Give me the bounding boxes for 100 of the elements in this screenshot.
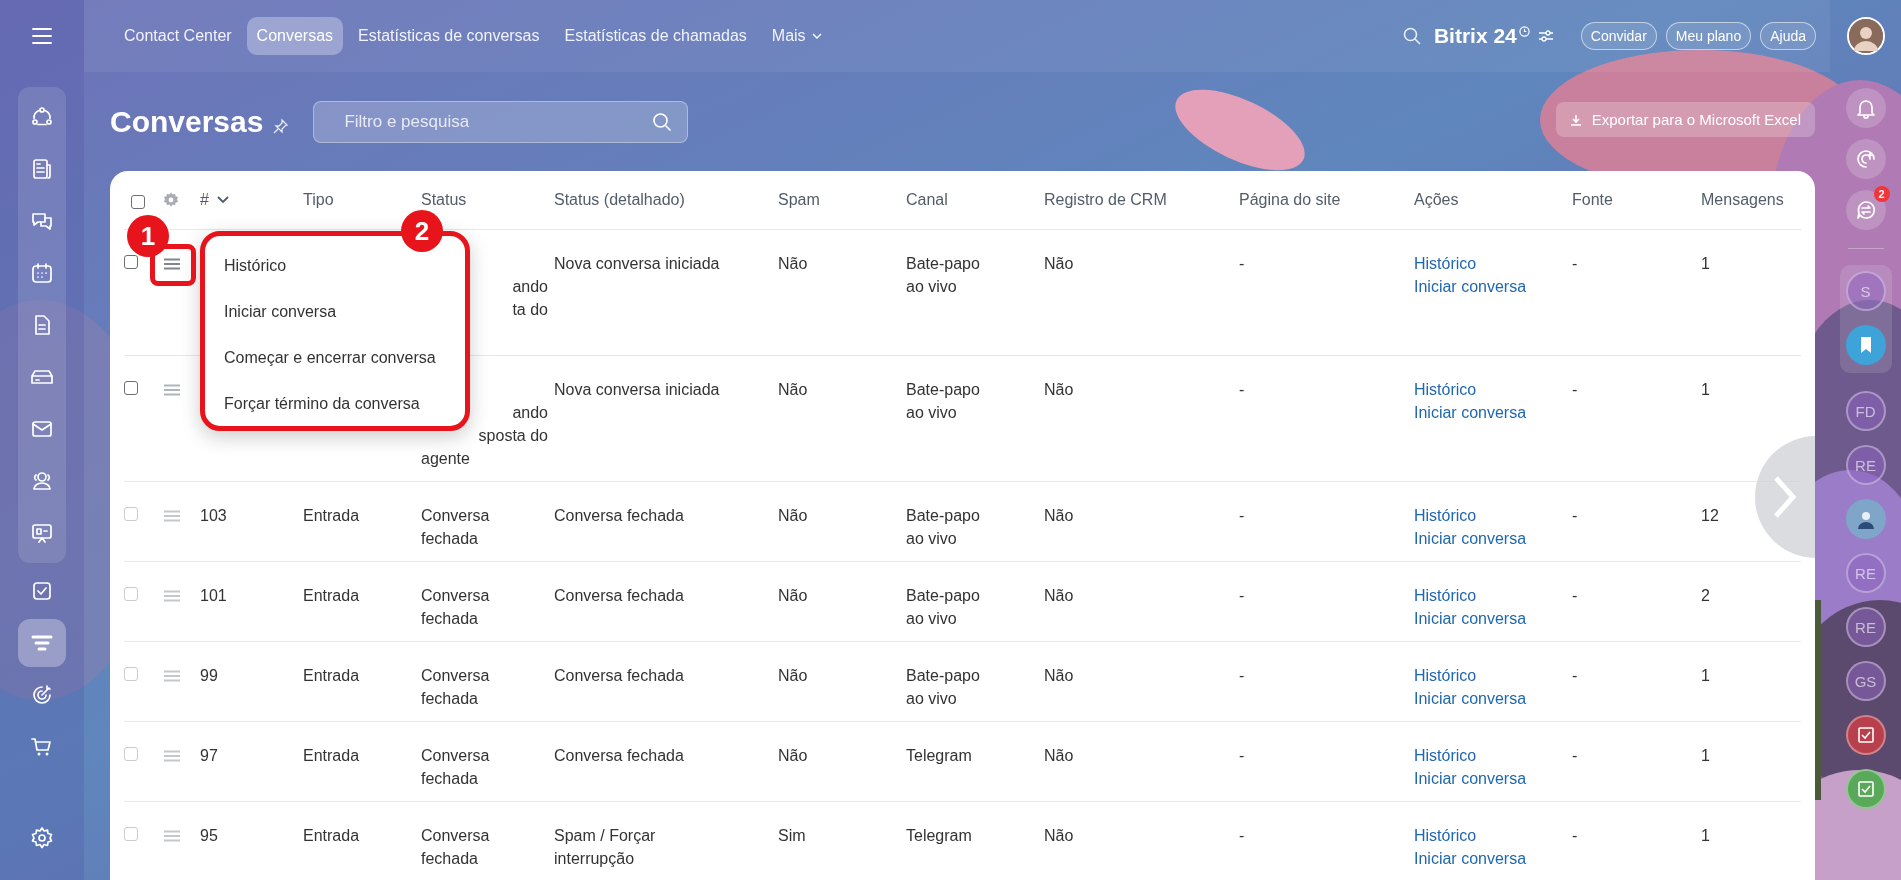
nav-tab[interactable]: Contact Center: [114, 17, 242, 55]
menu-icon[interactable]: [163, 384, 181, 396]
table-cell-text: 101: [200, 586, 228, 606]
table-cell-text: Não: [1044, 254, 1075, 274]
pin-icon[interactable]: [273, 117, 290, 134]
column-header[interactable]: Registro de CRM: [1044, 191, 1167, 209]
table-cell-text: -: [1572, 746, 1579, 766]
table-cell-text: -: [1239, 746, 1246, 766]
column-header[interactable]: Status (detalhado): [554, 191, 685, 209]
select-all-checkbox[interactable]: [131, 194, 145, 209]
column-header[interactable]: Spam: [778, 191, 820, 209]
table-cell-text: Conversa fechada: [421, 746, 491, 789]
column-header[interactable]: #: [200, 191, 209, 209]
table-cell-text: Conversa fechada: [421, 666, 491, 709]
spiral-button[interactable]: [1845, 139, 1886, 179]
clock-icon: [1518, 25, 1530, 37]
table-cell-text: 95: [200, 826, 219, 846]
action-link[interactable]: Histórico: [1414, 252, 1572, 275]
menu-icon[interactable]: [163, 258, 181, 270]
table-cell-text: Conversa fechada: [554, 666, 685, 686]
table-cell-text: ta do: [511, 300, 548, 320]
action-link[interactable]: Histórico: [1414, 378, 1572, 401]
table-cell-text: Telegram: [906, 746, 973, 766]
table-cell-text: Sim: [778, 826, 807, 846]
table-cell-text: -: [1239, 506, 1246, 526]
table-cell-text: Não: [778, 666, 809, 686]
table-cell-text: Conversa fechada: [554, 506, 685, 526]
topbar-button[interactable]: Ajuda: [1760, 22, 1816, 50]
table-cell-text: -: [1572, 586, 1579, 606]
table-cell-text: -: [1572, 506, 1579, 526]
nav-tab[interactable]: Mais: [761, 17, 832, 55]
table-cell-text: -: [1572, 254, 1579, 274]
table-cell-text: Conversa fechada: [421, 586, 491, 629]
table-cell-text: Conversa fechada: [421, 506, 491, 549]
search-icon[interactable]: [652, 111, 673, 132]
menu-item[interactable]: Começar e encerrar conversa: [205, 334, 465, 380]
table-cell-text: Bate-papo ao vivo: [906, 254, 981, 297]
table-cell-text: Conversa fechada: [554, 746, 685, 766]
menu-icon[interactable]: [31, 26, 53, 46]
page-title: Conversas: [110, 104, 264, 139]
table-cell-text: 103: [200, 506, 228, 526]
table-cell-text: 99: [200, 666, 219, 686]
table-cell-text: Não: [1044, 380, 1075, 400]
table-cell-text: Bate-papo ao vivo: [906, 666, 981, 709]
chevron-icon: [1773, 475, 1797, 519]
table-cell-text: Conversa fechada: [421, 826, 491, 869]
user-avatar[interactable]: [1846, 17, 1885, 55]
table-cell-text: Não: [778, 380, 809, 400]
column-header[interactable]: Ações: [1414, 191, 1459, 209]
table-cell-text: Entrada: [303, 506, 361, 526]
table-cell-text: Telegram: [906, 826, 973, 846]
table-cell-text: Não: [778, 506, 809, 526]
column-header[interactable]: Página do site: [1239, 191, 1341, 209]
chat-icon: [1854, 199, 1877, 221]
nav-tab[interactable]: Estatísticas de chamadas: [554, 17, 757, 55]
table-cell-text: Entrada: [303, 746, 361, 766]
table-cell-text: -: [1239, 586, 1246, 606]
table-cell-text: -: [1239, 826, 1246, 846]
table-cell-text: ando: [511, 403, 548, 423]
row-checkbox[interactable]: [124, 255, 138, 269]
step-badge: 2: [401, 210, 443, 252]
table-cell-text: Nova conversa iniciada: [554, 254, 721, 274]
table-cell-text: Bate-papo ao vivo: [906, 586, 981, 629]
menu-item[interactable]: Forçar término da conversa: [205, 380, 465, 426]
sliders-icon[interactable]: [1537, 29, 1554, 43]
table-cell-text: Não: [778, 254, 809, 274]
column-header[interactable]: Canal: [906, 191, 948, 209]
table-cell-text: 12: [1701, 506, 1720, 526]
table-cell-text: 2: [1701, 586, 1711, 606]
column-header[interactable]: Fonte: [1572, 191, 1613, 209]
nav-tab[interactable]: Estatísticas de conversas: [348, 17, 550, 55]
table-cell-text: Não: [778, 746, 809, 766]
logo[interactable]: Bitrix 24: [1433, 24, 1517, 48]
table-cell-text: Nova conversa iniciada: [554, 380, 721, 400]
table-cell-text: Não: [778, 586, 809, 606]
menu-item[interactable]: Iniciar conversa: [205, 288, 465, 334]
table-cell-text: Bate-papo ao vivo: [906, 506, 981, 549]
table-cell-text: Não: [1044, 666, 1075, 686]
table-cell-text: 1: [1701, 254, 1711, 274]
table-cell-text: -: [1239, 666, 1246, 686]
table-cell-text: Spam / Forçar interrupção: [554, 826, 657, 869]
action-link[interactable]: Iniciar conversa: [1414, 401, 1572, 424]
contact-avatar[interactable]: RE: [1845, 607, 1886, 647]
column-header[interactable]: Tipo: [303, 191, 334, 209]
step-badge: 1: [127, 215, 169, 257]
topbar-button[interactable]: Convidar: [1580, 22, 1657, 50]
funnel-icon[interactable]: [18, 619, 66, 667]
table-cell-text: Não: [1044, 746, 1075, 766]
row-checkbox[interactable]: [124, 381, 138, 395]
table-cell-text: 97: [200, 746, 219, 766]
contact-avatar[interactable]: GS: [1845, 661, 1886, 701]
column-header[interactable]: Mensagens: [1701, 191, 1784, 209]
table-cell-text: sposta do: [477, 426, 548, 446]
bell-button[interactable]: [1845, 88, 1886, 128]
settings-icon[interactable]: [162, 191, 180, 209]
column-header[interactable]: Status: [421, 191, 467, 209]
topbar-button[interactable]: Meu plano: [1665, 22, 1752, 50]
action-link[interactable]: Iniciar conversa: [1414, 275, 1572, 298]
table-cell-text: -: [1239, 380, 1246, 400]
table-cell-text: 1: [1701, 666, 1711, 686]
